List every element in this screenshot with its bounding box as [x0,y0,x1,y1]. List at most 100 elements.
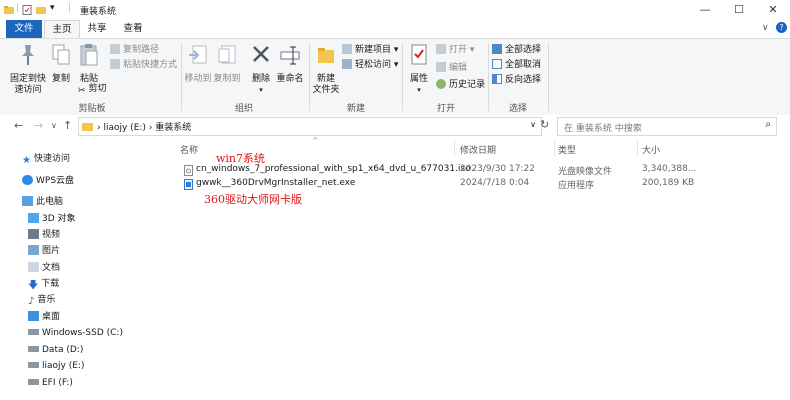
copy-button[interactable]: 复制 [48,43,74,85]
drive-icon [28,346,39,352]
back-arrow-icon[interactable]: ← [14,119,23,132]
column-header-modified[interactable]: 修改日期 [460,143,496,156]
nav-item-wps-cloud[interactable]: WPS云盘 [22,174,74,188]
address-dropdown-icon[interactable]: ∨ [530,120,536,129]
tab-file[interactable]: 文件 [6,20,42,38]
new-folder-label-line2: 文件夹 [312,85,340,95]
nav-item-label: 桌面 [42,312,61,322]
quick-access-dropdown-icon[interactable]: ▾ [50,3,55,13]
select-all-button[interactable]: 全部选择 [492,43,541,57]
delete-dropdown-icon[interactable]: ▾ [248,85,274,96]
paste-button[interactable]: 粘贴 [76,43,102,85]
column-header-name[interactable]: 名称 [180,143,198,156]
nav-item-drive-d[interactable]: Data (D:) [28,343,83,357]
copy-to-button[interactable]: 复制到 [213,43,241,85]
file-size: 200,189 KB [642,178,695,188]
new-folder-button[interactable]: 新建 文件夹 [312,43,340,96]
breadcrumb-folder[interactable]: 重装系统 [155,123,191,133]
select-none-icon [492,59,502,69]
column-divider[interactable] [454,140,455,156]
help-icon[interactable]: ? [776,22,787,33]
file-size: 3,340,388... [642,164,697,174]
move-to-button[interactable]: 移动到 [184,43,212,85]
cube-icon [28,213,39,223]
new-item-button[interactable]: 新建项目 ▾ [342,43,398,57]
tab-view[interactable]: 查看 [118,20,148,38]
copy-path-button[interactable]: 复制路径 [110,43,159,57]
navigation-pane: ★ 快速访问 WPS云盘 此电脑 3D 对象 视频 图片 文档 🡇 下载 ♪ 音乐 桌… [0,138,172,400]
nav-item-videos[interactable]: 视频 [28,228,60,242]
easy-access-button[interactable]: 轻松访问 ▾ [342,58,398,72]
select-all-label: 全部选择 [505,45,542,55]
column-divider[interactable] [554,140,555,156]
file-modified: 2023/9/30 17:22 [460,164,535,174]
nav-item-drive-f[interactable]: EFI (F:) [28,376,73,390]
nav-item-quick-access[interactable]: ★ 快速访问 [22,152,70,166]
new-item-label: 新建项目 [355,45,392,55]
column-divider[interactable] [637,140,638,156]
nav-item-music[interactable]: ♪ 音乐 [28,293,55,307]
cut-button[interactable]: ✂ 剪切 [78,82,107,96]
open-button[interactable]: 打开 ▾ [436,43,474,57]
open-icon [436,44,446,54]
exe-file-icon [184,179,193,190]
nav-item-drive-c[interactable]: Windows-SSD (C:) [28,326,123,340]
rename-button[interactable]: 重命名 [275,43,305,85]
maximize-button[interactable]: ☐ [722,0,756,20]
forward-arrow-icon[interactable]: → [34,119,43,132]
copy-icon [52,44,70,65]
recent-locations-icon[interactable]: ∨ [51,121,57,130]
edit-icon [436,62,446,72]
file-name: gwwk__360DrvMgrInstaller_net.exe [196,178,356,188]
history-icon [436,79,446,89]
column-header-type[interactable]: 类型 [558,143,576,156]
properties-quick-icon[interactable] [22,5,32,15]
copy-path-icon [110,44,120,54]
address-bar[interactable]: › liaojy (E:) › 重装系统 ∨ [78,117,542,136]
nav-item-desktop[interactable]: 桌面 [28,310,60,324]
paste-shortcut-button[interactable]: 粘贴快捷方式 [110,58,177,72]
select-none-button[interactable]: 全部取消 [492,58,541,72]
file-modified: 2024/7/18 0:04 [460,178,530,188]
pin-to-quick-access-button[interactable]: 固定到快 速访问 [6,43,50,96]
ribbon-expand-icon[interactable]: ∨ [762,23,769,33]
nav-item-label: 下载 [41,279,60,289]
column-header-size[interactable]: 大小 [642,143,660,156]
nav-item-3d-objects[interactable]: 3D 对象 [28,212,76,226]
select-all-icon [492,44,502,54]
table-row[interactable]: cn_windows_7_professional_with_sp1_x64_d… [180,164,700,178]
refresh-icon[interactable]: ↻ [540,118,549,131]
new-folder-quick-icon[interactable] [36,5,46,15]
nav-item-this-pc[interactable]: 此电脑 [22,195,63,209]
nav-item-downloads[interactable]: 🡇 下载 [28,277,59,291]
properties-button[interactable]: 属性 ▾ [406,43,432,96]
minimize-button[interactable]: — [688,0,722,20]
search-box[interactable]: 在 重装系统 中搜索 ⌕ [557,117,777,136]
nav-item-documents[interactable]: 文档 [28,261,60,275]
invert-selection-button[interactable]: 反向选择 [492,73,541,87]
up-arrow-icon[interactable]: ↑ [63,119,72,132]
edit-button[interactable]: 编辑 [436,61,467,75]
annotation-driver: 360驱动大师网卡版 [204,193,302,206]
tab-home[interactable]: 主页 [44,20,80,38]
table-row[interactable]: gwwk__360DrvMgrInstaller_net.exe 2024/7/… [180,178,700,192]
ribbon-divider [402,43,403,111]
group-label-clipboard: 剪贴板 [78,104,106,114]
search-placeholder: 在 重装系统 中搜索 [564,124,642,134]
breadcrumb-drive[interactable]: liaojy (E:) [103,123,145,133]
delete-button[interactable]: 删除 ▾ [248,43,274,96]
window-title: 重装系统 [80,7,117,17]
nav-item-pictures[interactable]: 图片 [28,244,60,258]
history-button[interactable]: 历史记录 [436,78,485,92]
close-button[interactable]: ✕ [756,0,790,20]
document-icon [28,262,39,272]
properties-dropdown-icon[interactable]: ▾ [406,85,432,96]
properties-icon [411,44,427,65]
easy-access-label: 轻松访问 [355,60,392,70]
move-to-icon [189,45,207,64]
title-bar: | ▾ | 重装系统 — ☐ ✕ [0,0,790,20]
search-icon[interactable]: ⌕ [765,119,771,130]
nav-item-drive-e[interactable]: liaojy (E:) [28,359,84,373]
nav-item-label: liaojy (E:) [42,361,85,371]
tab-share[interactable]: 共享 [82,20,112,38]
